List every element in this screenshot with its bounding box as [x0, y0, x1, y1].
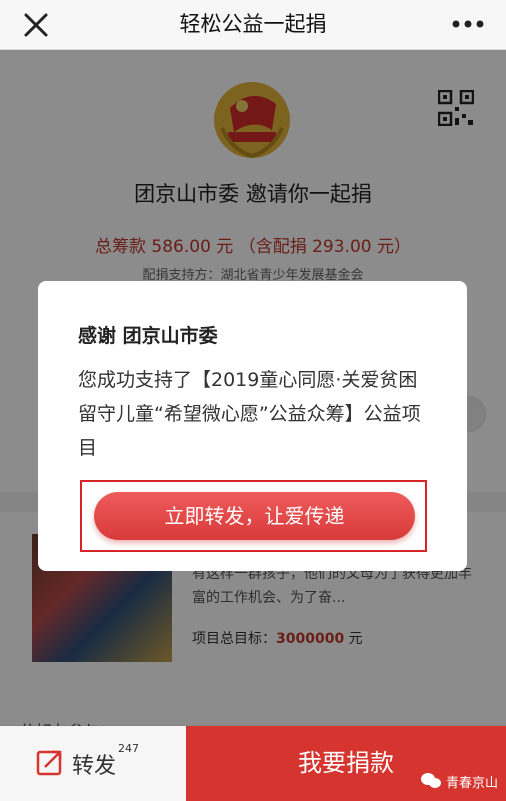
share-button[interactable]: 立即转发，让爱传递 [94, 492, 415, 540]
page-title: 轻松公益一起捐 [179, 12, 327, 36]
wechat-icon [420, 773, 441, 788]
share-arrow-icon [36, 750, 62, 776]
more-icon[interactable] [450, 14, 486, 34]
forward-button[interactable]: 转发 247 [0, 726, 186, 801]
thanks-dialog: 感谢 团京山市委 您成功支持了【2019童心同愿·关爱贫困留守儿童“希望微心愿”… [38, 281, 467, 571]
bottom-action-bar: 转发 247 我要捐款 青春京山 [0, 726, 506, 801]
top-nav-bar: 轻松公益一起捐 [0, 0, 506, 50]
forward-label: 转发 [72, 754, 117, 779]
share-button-highlight: 立即转发，让爱传递 [80, 480, 427, 552]
watermark-text: 青春京山 [445, 775, 498, 791]
dialog-body-text: 您成功支持了【2019童心同愿·关爱贫困留守儿童“希望微心愿”公益众筹】公益项目 [78, 369, 421, 459]
watermark: 青春京山 [420, 769, 498, 793]
forward-count: 247 [118, 742, 139, 755]
dialog-title: 感谢 团京山市委 [78, 325, 218, 347]
